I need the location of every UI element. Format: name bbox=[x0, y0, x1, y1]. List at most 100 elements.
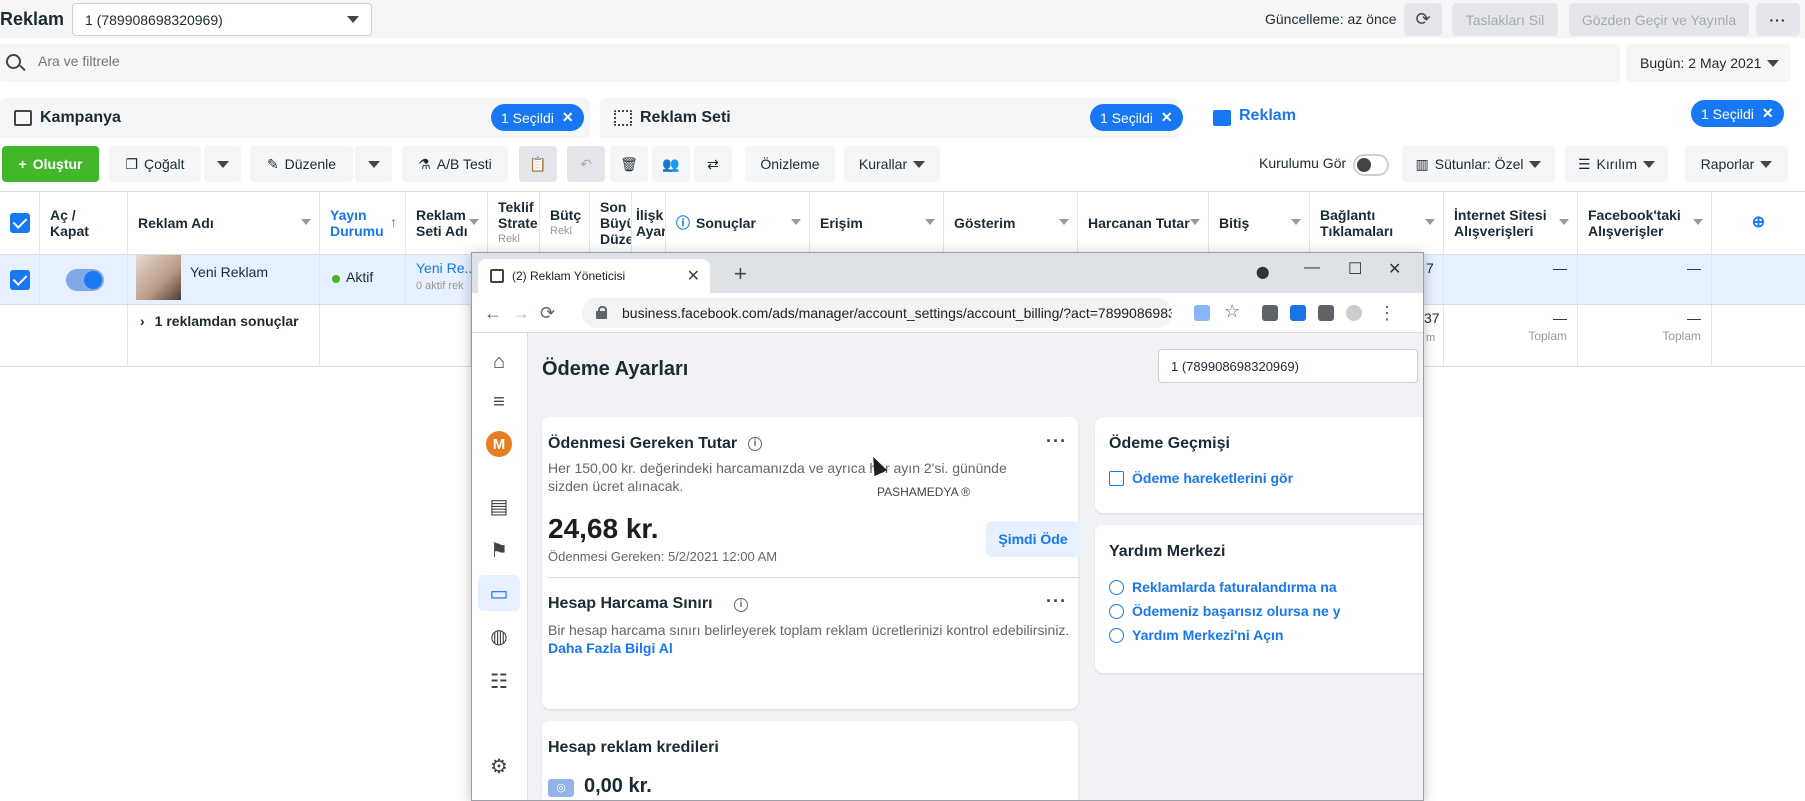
home-icon[interactable]: ⌂ bbox=[486, 349, 512, 375]
star-icon[interactable]: ☆ bbox=[1224, 301, 1240, 322]
settings-list-icon[interactable]: ☷ bbox=[486, 668, 512, 694]
column-header-reach[interactable]: Erişim bbox=[810, 192, 944, 254]
column-header-ad-name[interactable]: Reklam Adı bbox=[128, 192, 320, 254]
breakdown-button[interactable]: ☰ Kırılım bbox=[1565, 146, 1668, 182]
column-header-delivery[interactable]: Yayın Durumu ↑ bbox=[320, 192, 406, 254]
close-icon[interactable]: ✕ bbox=[1161, 109, 1173, 126]
payment-history-link[interactable]: Ödeme hareketlerini gör bbox=[1109, 470, 1293, 486]
kebab-menu-icon[interactable]: ⋮ bbox=[1378, 303, 1396, 324]
credit-card-icon[interactable]: ▭ bbox=[486, 580, 512, 606]
info-icon[interactable]: i bbox=[734, 598, 748, 612]
delete-drafts-button[interactable]: Taslakları Sil bbox=[1452, 3, 1558, 36]
ad-name[interactable]: Yeni Reklam bbox=[190, 264, 268, 280]
preview-button[interactable]: Önizleme bbox=[745, 146, 835, 182]
campaign-selected-pill[interactable]: 1 Seçildi ✕ bbox=[491, 104, 584, 131]
qr-icon[interactable] bbox=[1262, 305, 1278, 321]
flag-icon[interactable]: ⚑ bbox=[486, 537, 512, 563]
column-header-last-edit[interactable]: Son Büyü Düze bbox=[590, 192, 632, 254]
payment-history-link-label: Ödeme hareketlerini gör bbox=[1132, 470, 1294, 486]
close-icon[interactable]: ✕ bbox=[1762, 105, 1774, 122]
forward-icon[interactable]: → bbox=[512, 303, 530, 324]
adset-link[interactable]: Yeni Re... bbox=[416, 260, 476, 276]
breakdown-button-label: Kırılım bbox=[1596, 156, 1637, 172]
summary-label-cell[interactable]: › 1 reklamdan sonuçlar bbox=[128, 305, 320, 366]
extension-icon[interactable] bbox=[1290, 305, 1306, 321]
hamburger-menu-icon[interactable]: ≡ bbox=[486, 389, 512, 415]
column-header-bid[interactable]: Teklif Strate Rekl bbox=[488, 192, 540, 254]
edit-dropdown-button[interactable] bbox=[355, 146, 392, 182]
review-publish-button[interactable]: Gözden Geçir ve Yayınla bbox=[1569, 3, 1749, 36]
close-icon[interactable]: ✕ bbox=[562, 109, 574, 126]
account-selector[interactable]: 1 (789908698320969) bbox=[72, 3, 372, 36]
row-checkbox[interactable] bbox=[9, 269, 30, 290]
help-link-failed-payment[interactable]: Ödemeniz başarısız olursa ne y bbox=[1109, 603, 1341, 619]
audience-button[interactable]: 👥 bbox=[652, 146, 690, 182]
close-icon[interactable]: ✕ bbox=[687, 266, 700, 286]
plus-circle-icon[interactable]: ⊕ bbox=[1752, 215, 1765, 231]
column-header-attribution[interactable]: İlişk Ayar bbox=[632, 192, 666, 254]
chevron-down-icon bbox=[791, 219, 801, 225]
info-icon[interactable]: i bbox=[748, 437, 762, 451]
url-field[interactable]: business.facebook.com/ads/manager/accoun… bbox=[582, 298, 1172, 328]
columns-button[interactable]: ▥ Sütunlar: Özel bbox=[1402, 146, 1555, 182]
create-button[interactable]: + Oluştur bbox=[2, 146, 99, 182]
globe-icon[interactable]: ◍ bbox=[486, 623, 512, 649]
ad-selected-pill[interactable]: 1 Seçildi ✕ bbox=[1691, 100, 1784, 127]
help-link-open-center[interactable]: Yardım Merkezi'ni Açın bbox=[1109, 627, 1283, 643]
back-icon[interactable]: ← bbox=[484, 303, 502, 324]
column-header-onoff[interactable]: Aç / Kapat bbox=[40, 192, 128, 254]
column-header-web-purchases[interactable]: İnternet Sitesi Alışverişleri bbox=[1444, 192, 1578, 254]
tab-search-icon[interactable]: ⬤ bbox=[1256, 265, 1269, 279]
table-header: Aç / Kapat Reklam Adı Yayın Durumu ↑ Rekl… bbox=[0, 191, 1805, 255]
duplicate-button[interactable]: ❐ Çoğalt bbox=[109, 146, 201, 182]
date-range-selector[interactable]: Bugün: 2 May 2021 bbox=[1626, 44, 1791, 82]
rules-button[interactable]: Kurallar bbox=[844, 146, 940, 182]
column-header-impressions[interactable]: Gösterim bbox=[944, 192, 1078, 254]
more-options-button[interactable]: ··· bbox=[1756, 3, 1800, 36]
delete-button[interactable]: 🗑 bbox=[610, 146, 648, 182]
billing-account-selector[interactable]: 1 (789908698320969) bbox=[1158, 349, 1418, 383]
browser-tab[interactable]: (2) Reklam Yöneticisi ✕ bbox=[478, 259, 710, 293]
select-all-checkbox[interactable] bbox=[9, 213, 30, 233]
puzzle-icon[interactable] bbox=[1318, 305, 1334, 321]
refresh-button[interactable]: ⟳ bbox=[1404, 3, 1442, 36]
duplicate-dropdown-button[interactable] bbox=[204, 146, 241, 182]
column-header-fb-purchases[interactable]: Facebook'taki Alışverişler bbox=[1578, 192, 1712, 254]
gear-icon[interactable]: ⚙ bbox=[486, 753, 512, 779]
column-header-adset-name[interactable]: Reklam Seti Adı bbox=[406, 192, 488, 254]
more-dots-icon[interactable]: ··· bbox=[1046, 591, 1067, 612]
pay-now-button[interactable]: Şimdi Öde bbox=[986, 521, 1080, 557]
amount-due-value: 24,68 kr. bbox=[548, 513, 659, 544]
column-header-link-clicks[interactable]: Bağlantı Tıklamaları bbox=[1310, 192, 1444, 254]
chevron-down-icon bbox=[1529, 160, 1542, 168]
ads-stack-icon[interactable]: ▤ bbox=[486, 493, 512, 519]
edit-button[interactable]: ✎ Düzenle bbox=[250, 146, 353, 182]
setup-view-toggle[interactable] bbox=[1353, 154, 1389, 176]
share-button[interactable]: ⇄ bbox=[694, 146, 732, 182]
more-dots-icon[interactable]: ··· bbox=[1046, 431, 1067, 452]
billing-page: Ödeme Ayarları 1 (789908698320969) Ödenm… bbox=[528, 333, 1423, 800]
close-window-icon[interactable]: ✕ bbox=[1388, 259, 1401, 279]
minimize-icon[interactable]: — bbox=[1304, 259, 1320, 277]
column-header-results[interactable]: ⓘ Sonuçlar bbox=[666, 192, 810, 254]
clipboard-button[interactable]: 📋 bbox=[519, 146, 557, 182]
translate-icon[interactable] bbox=[1194, 305, 1210, 321]
ad-onoff-toggle[interactable] bbox=[66, 269, 104, 291]
profile-icon[interactable] bbox=[1346, 305, 1362, 321]
ab-test-button[interactable]: ⚗ A/B Testi bbox=[402, 146, 508, 182]
reload-icon[interactable]: ⟳ bbox=[540, 303, 555, 324]
adset-selected-pill[interactable]: 1 Seçildi ✕ bbox=[1090, 104, 1183, 131]
column-header-spent[interactable]: Harcanan Tutar bbox=[1078, 192, 1209, 254]
flask-icon: ⚗ bbox=[418, 155, 431, 172]
learn-more-link[interactable]: Daha Fazla Bilgi Al bbox=[548, 640, 673, 656]
search-input[interactable] bbox=[38, 53, 638, 69]
column-header-ends[interactable]: Bitiş bbox=[1209, 192, 1310, 254]
ab-test-button-label: A/B Testi bbox=[436, 156, 492, 172]
reports-button[interactable]: Raporlar bbox=[1685, 146, 1788, 182]
maximize-icon[interactable]: ☐ bbox=[1348, 259, 1362, 279]
help-link-billing[interactable]: Reklamlarda faturalandırma na bbox=[1109, 579, 1337, 595]
undo-button[interactable]: ↶ bbox=[567, 146, 605, 182]
new-tab-icon[interactable]: + bbox=[734, 261, 747, 287]
avatar[interactable]: M bbox=[486, 431, 512, 457]
column-header-budget[interactable]: Bütç Rekl bbox=[540, 192, 590, 254]
